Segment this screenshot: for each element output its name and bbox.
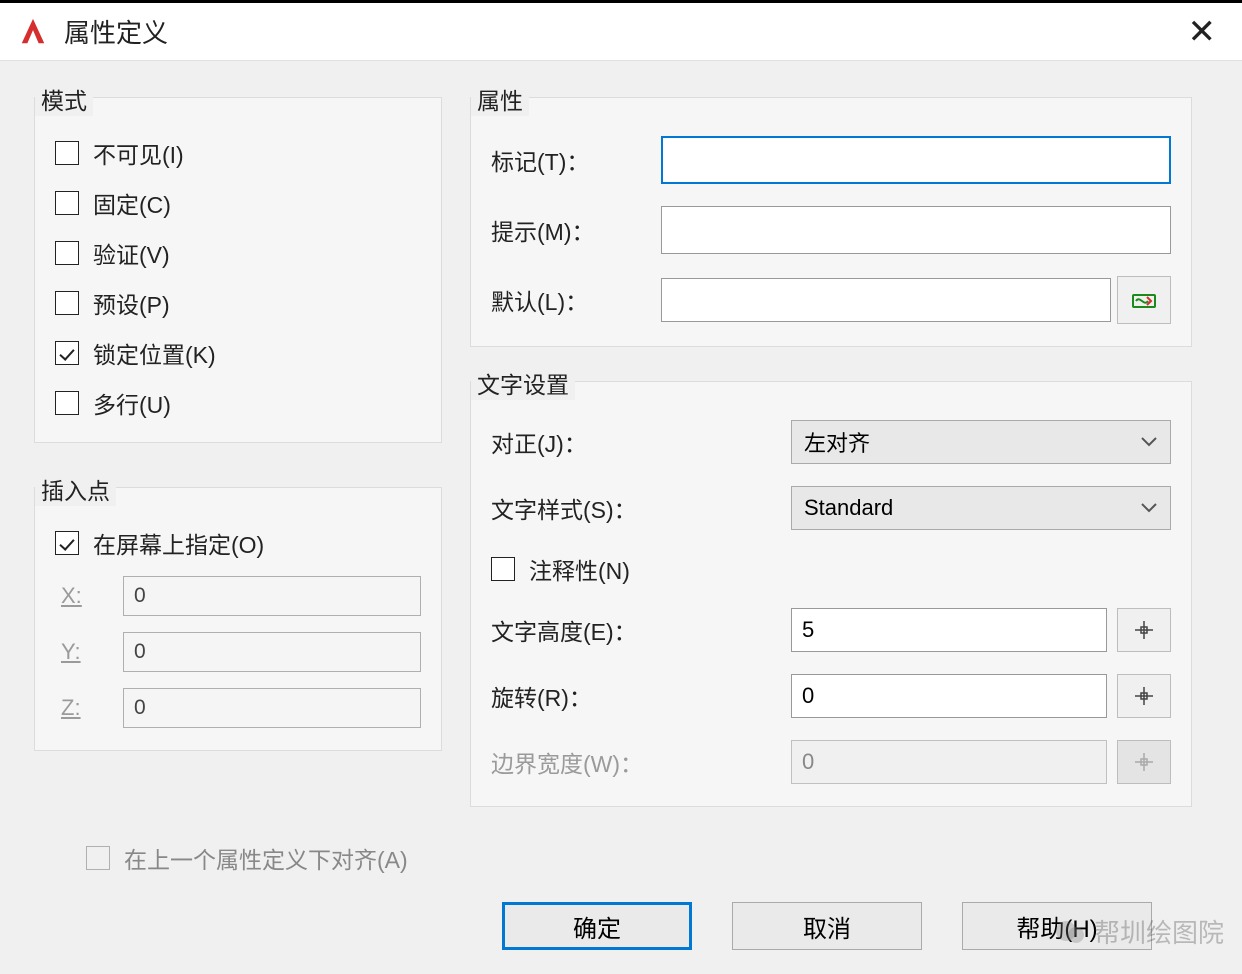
window-title: 属性定义 (64, 13, 168, 50)
insert-field-button[interactable] (1117, 276, 1171, 324)
mode-legend: 模式 (35, 82, 93, 116)
boundary-label: 边界宽度(W)： (491, 745, 791, 779)
height-input[interactable] (791, 608, 1107, 652)
y-input (123, 632, 421, 672)
annotative-checkbox[interactable]: 注释性(N) (491, 552, 1171, 586)
dialog-window: 属性定义 ✕ 模式 不可见(I) 固定(C) 验证(V) (0, 0, 1242, 974)
crosshair-icon (1134, 620, 1154, 640)
mode-group: 模式 不可见(I) 固定(C) 验证(V) 预设(P) (34, 97, 442, 443)
attribute-legend: 属性 (471, 82, 529, 116)
content: 模式 不可见(I) 固定(C) 验证(V) 预设(P) (0, 61, 1242, 827)
cancel-button[interactable]: 取消 (732, 902, 922, 950)
multiline-checkbox[interactable]: 多行(U) (55, 386, 421, 420)
chevron-down-icon (1140, 436, 1158, 448)
rotation-input[interactable] (791, 674, 1107, 718)
tag-label: 标记(T)： (491, 143, 661, 177)
titlebar: 属性定义 ✕ (0, 3, 1242, 61)
crosshair-icon (1134, 752, 1154, 772)
default-label: 默认(L)： (491, 283, 661, 317)
style-label: 文字样式(S)： (491, 491, 791, 525)
height-label: 文字高度(E)： (491, 613, 791, 647)
preset-checkbox[interactable]: 预设(P) (55, 286, 421, 320)
app-logo-icon (18, 17, 48, 47)
close-icon[interactable]: ✕ (1180, 12, 1225, 52)
boundary-input (791, 740, 1107, 784)
default-input[interactable] (661, 278, 1111, 322)
field-icon (1132, 291, 1156, 309)
pick-rotation-button[interactable] (1117, 674, 1171, 718)
chevron-down-icon (1140, 502, 1158, 514)
y-label: Y: (61, 639, 123, 665)
specify-on-screen-checkbox[interactable]: 在屏幕上指定(O) (55, 526, 421, 560)
style-select[interactable]: Standard (791, 486, 1171, 530)
prompt-input[interactable] (661, 206, 1171, 254)
pick-height-button[interactable] (1117, 608, 1171, 652)
button-bar: 确定 取消 帮助(H) (502, 902, 1152, 950)
x-label: X: (61, 583, 123, 609)
prompt-label: 提示(M)： (491, 213, 661, 247)
ok-button[interactable]: 确定 (502, 902, 692, 950)
invisible-checkbox[interactable]: 不可见(I) (55, 136, 421, 170)
insert-group: 插入点 在屏幕上指定(O) X: Y: Z: (34, 487, 442, 751)
justify-label: 对正(J)： (491, 425, 791, 459)
lock-position-checkbox[interactable]: 锁定位置(K) (55, 336, 421, 370)
insert-legend: 插入点 (35, 472, 116, 506)
rotation-label: 旋转(R)： (491, 679, 791, 713)
text-settings-group: 文字设置 对正(J)： 左对齐 文字样式(S)： Standard (470, 381, 1192, 807)
attribute-group: 属性 标记(T)： 提示(M)： 默认(L)： (470, 97, 1192, 347)
z-input (123, 688, 421, 728)
help-button[interactable]: 帮助(H) (962, 902, 1152, 950)
text-legend: 文字设置 (471, 366, 575, 400)
align-previous-checkbox: 在上一个属性定义下对齐(A) (86, 841, 408, 875)
constant-checkbox[interactable]: 固定(C) (55, 186, 421, 220)
tag-input[interactable] (661, 136, 1171, 184)
crosshair-icon (1134, 686, 1154, 706)
pick-boundary-button (1117, 740, 1171, 784)
x-input (123, 576, 421, 616)
verify-checkbox[interactable]: 验证(V) (55, 236, 421, 270)
z-label: Z: (61, 695, 123, 721)
justify-select[interactable]: 左对齐 (791, 420, 1171, 464)
